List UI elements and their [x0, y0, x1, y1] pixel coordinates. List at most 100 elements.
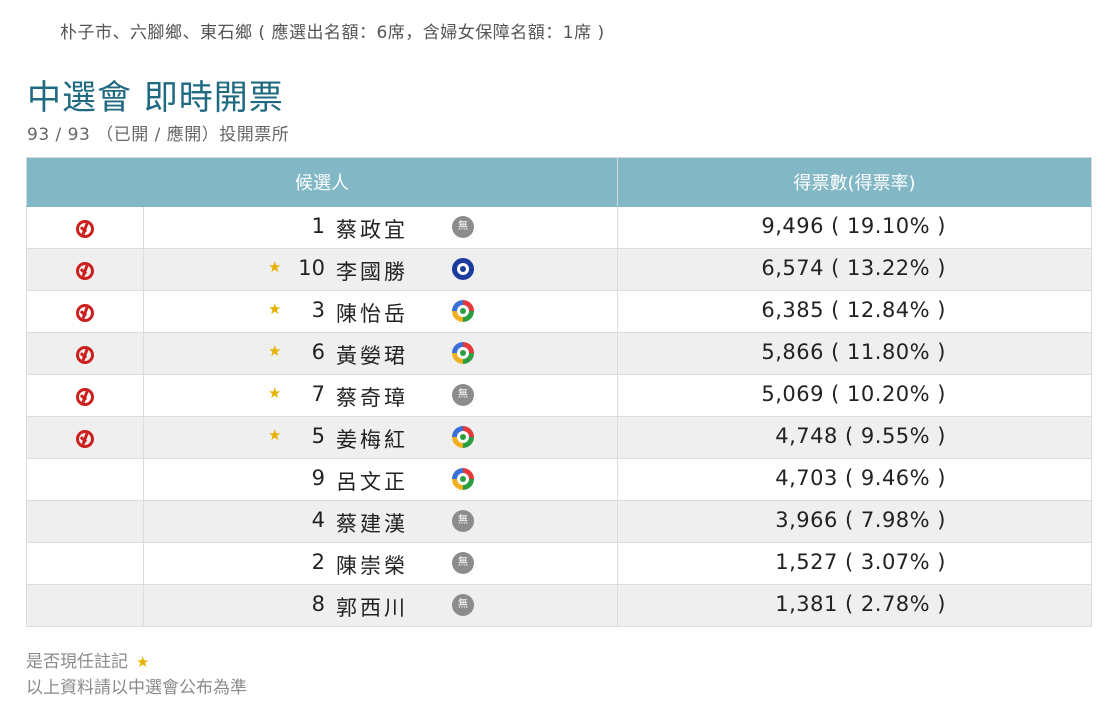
candidate-cell: ★ 5 姜梅紅: [143, 416, 618, 459]
none-party-icon: 無: [452, 384, 474, 406]
candidate-cell: ★ 6 黃嫈珺: [143, 332, 618, 375]
candidate-row: ★ 3 陳怡岳 6,385 ( 12.84% ): [26, 290, 1092, 333]
candidate-number: 10: [298, 256, 325, 280]
none-party-icon: 無: [452, 594, 474, 616]
vote-count: 3,966 ( 7.98% ): [775, 508, 946, 532]
candidate-row: 9 呂文正 4,703 ( 9.46% ): [26, 458, 1092, 501]
candidate-cell: 8 郭西川 無: [143, 584, 618, 627]
none-party-icon: 無: [452, 216, 474, 238]
vote-count: 1,527 ( 3.07% ): [775, 550, 946, 574]
candidate-number: 2: [311, 550, 325, 574]
candidate-cell: ★ 3 陳怡岳: [143, 290, 618, 333]
elected-cell: [26, 500, 144, 543]
candidate-number: 8: [311, 592, 325, 616]
vote-count: 4,703 ( 9.46% ): [775, 466, 946, 490]
votes-cell: 5,866 ( 11.80% ): [617, 332, 1092, 375]
elected-cell: [26, 248, 144, 291]
candidate-name: 蔡奇璋: [336, 386, 408, 410]
candidate-name: 郭西川: [336, 596, 408, 620]
candidate-number: 4: [311, 508, 325, 532]
candidate-row: 4 蔡建漢 無 3,966 ( 7.98% ): [26, 500, 1092, 543]
candidate-name: 呂文正: [336, 470, 408, 494]
candidate-column-header: 候選人: [26, 157, 618, 207]
elected-cell: [26, 584, 144, 627]
candidate-name: 陳崇榮: [336, 554, 408, 578]
candidate-row: ★ 6 黃嫈珺 5,866 ( 11.80% ): [26, 332, 1092, 375]
candidate-number: 9: [311, 466, 325, 490]
candidate-row: 1 蔡政宜 無 9,496 ( 19.10% ): [26, 206, 1092, 249]
star-icon: ★: [268, 300, 282, 318]
incumbent-note: 是否現任註記 ★: [26, 647, 149, 672]
candidate-row: ★ 10 李國勝 6,574 ( 13.22% ): [26, 248, 1092, 291]
candidate-row: ★ 5 姜梅紅 4,748 ( 9.55% ): [26, 416, 1092, 459]
star-icon: ★: [268, 384, 282, 402]
candidate-cell: ★ 10 李國勝: [143, 248, 618, 291]
star-icon: ★: [268, 342, 282, 360]
candidate-cell: ★ 7 蔡奇璋 無: [143, 374, 618, 417]
votes-cell: 1,527 ( 3.07% ): [617, 542, 1092, 585]
candidate-number: 1: [311, 214, 325, 238]
candidate-name: 蔡政宜: [336, 218, 408, 242]
none-party-icon: 無: [452, 552, 474, 574]
kmt-party-icon: [452, 258, 474, 280]
dpp-party-icon: [452, 342, 474, 364]
votes-cell: 1,381 ( 2.78% ): [617, 584, 1092, 627]
vote-count: 4,748 ( 9.55% ): [775, 424, 946, 448]
elected-cell: [26, 458, 144, 501]
vote-count: 1,381 ( 2.78% ): [775, 592, 946, 616]
candidate-cell: 4 蔡建漢 無: [143, 500, 618, 543]
candidate-number: 6: [311, 340, 325, 364]
candidate-name: 蔡建漢: [336, 512, 408, 536]
elected-stamp-icon: [76, 303, 94, 322]
star-icon: ★: [136, 653, 150, 671]
candidate-cell: 2 陳崇榮 無: [143, 542, 618, 585]
votes-cell: 3,966 ( 7.98% ): [617, 500, 1092, 543]
star-icon: ★: [268, 258, 282, 276]
disclaimer-note: 以上資料請以中選會公布為準: [26, 678, 247, 698]
candidate-number: 5: [311, 424, 325, 448]
district-info: 朴子市、六腳鄉、東石鄉 ( 應選出名額：6席，含婦女保障名額：1席 ): [60, 23, 605, 43]
incumbent-note-label: 是否現任註記: [26, 652, 128, 672]
vote-count: 6,385 ( 12.84% ): [761, 298, 946, 322]
page-title: 中選會 即時開票: [27, 78, 284, 118]
elected-cell: [26, 206, 144, 249]
elected-stamp-icon: [76, 261, 94, 280]
candidate-number: 7: [311, 382, 325, 406]
elected-stamp-icon: [76, 345, 94, 364]
elected-cell: [26, 542, 144, 585]
elected-stamp-icon: [76, 219, 94, 238]
dpp-party-icon: [452, 300, 474, 322]
vote-count: 5,069 ( 10.20% ): [761, 382, 946, 406]
elected-cell: [26, 374, 144, 417]
results-table: 候選人 得票數(得票率) 1 蔡政宜無 9,496 ( 19.10% ) ★ 10 李國勝…: [26, 157, 1092, 627]
elected-stamp-icon: [76, 429, 94, 448]
none-party-icon: 無: [452, 510, 474, 532]
dpp-party-icon: [452, 426, 474, 448]
vote-count: 6,574 ( 13.22% ): [761, 256, 946, 280]
candidate-cell: 1 蔡政宜 無: [143, 206, 618, 249]
votes-cell: 5,069 ( 10.20% ): [617, 374, 1092, 417]
candidate-row: 2 陳崇榮 無 1,527 ( 3.07% ): [26, 542, 1092, 585]
elected-stamp-icon: [76, 387, 94, 406]
vote-count: 9,496 ( 19.10% ): [761, 214, 946, 238]
candidate-name: 李國勝: [336, 260, 408, 284]
votes-cell: 4,748 ( 9.55% ): [617, 416, 1092, 459]
candidate-name: 黃嫈珺: [336, 344, 408, 368]
candidate-row: ★ 7 蔡奇璋 無 5,069 ( 10.20% ): [26, 374, 1092, 417]
votes-cell: 6,385 ( 12.84% ): [617, 290, 1092, 333]
candidate-name: 陳怡岳: [336, 302, 408, 326]
vote-count: 5,866 ( 11.80% ): [761, 340, 946, 364]
elected-cell: [26, 416, 144, 459]
elected-cell: [26, 332, 144, 375]
candidate-row: 8 郭西川 無 1,381 ( 2.78% ): [26, 584, 1092, 627]
star-icon: ★: [268, 426, 282, 444]
dpp-party-icon: [452, 468, 474, 490]
candidate-number: 3: [311, 298, 325, 322]
candidate-name: 姜梅紅: [336, 428, 408, 452]
stations-counted: 93 / 93 （已開 / 應開）投開票所: [27, 125, 290, 145]
votes-column-header: 得票數(得票率): [617, 157, 1092, 207]
elected-cell: [26, 290, 144, 333]
votes-cell: 6,574 ( 13.22% ): [617, 248, 1092, 291]
votes-cell: 4,703 ( 9.46% ): [617, 458, 1092, 501]
table-header-row: 候選人 得票數(得票率): [26, 157, 1092, 207]
